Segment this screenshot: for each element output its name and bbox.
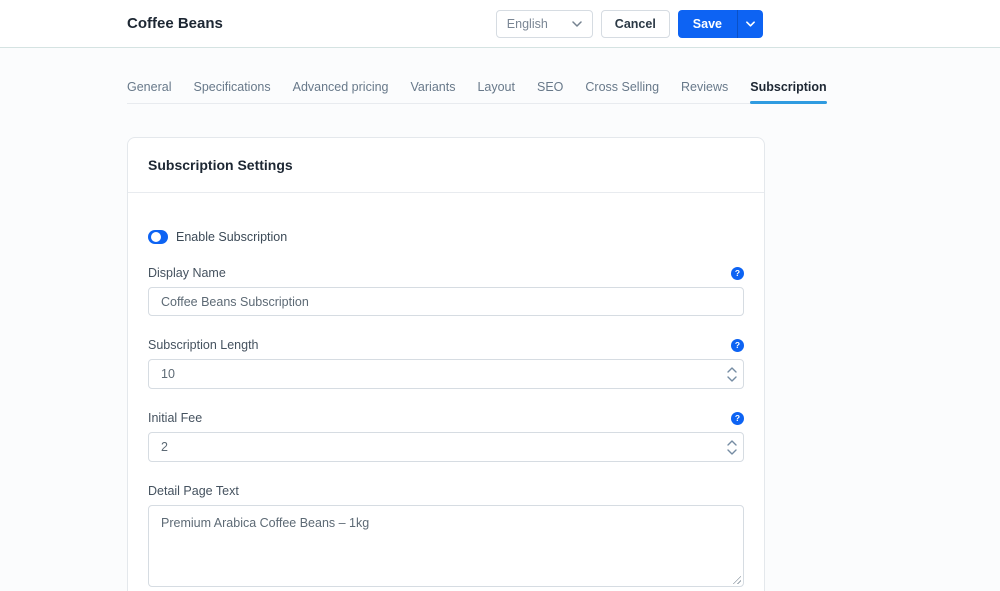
card-body: Enable Subscription Display Name ? Subsc… — [128, 193, 764, 591]
chevron-down-icon — [572, 21, 582, 27]
card-title: Subscription Settings — [148, 157, 744, 173]
number-stepper — [727, 359, 737, 389]
initial-fee-label: Initial Fee — [148, 411, 202, 425]
page-title: Coffee Beans — [127, 15, 223, 32]
cancel-button[interactable]: Cancel — [601, 10, 670, 38]
enable-subscription-row: Enable Subscription — [148, 230, 744, 244]
display-name-field-group: Display Name ? — [148, 266, 744, 316]
tab-specifications[interactable]: Specifications — [193, 80, 270, 103]
stepper-down-button[interactable] — [727, 376, 737, 382]
display-name-input[interactable] — [148, 287, 744, 316]
card-header: Subscription Settings — [128, 138, 764, 193]
chevron-down-icon — [746, 21, 755, 27]
enable-subscription-toggle[interactable] — [148, 230, 168, 244]
tab-seo[interactable]: SEO — [537, 80, 563, 103]
language-select-value: English — [507, 17, 548, 31]
save-dropdown-button[interactable] — [737, 10, 763, 38]
enable-subscription-label: Enable Subscription — [176, 230, 287, 244]
initial-fee-field-group: Initial Fee ? — [148, 411, 744, 462]
product-tabs: General Specifications Advanced pricing … — [127, 80, 765, 104]
number-stepper — [727, 432, 737, 462]
detail-page-text-textarea[interactable]: Premium Arabica Coffee Beans – 1kg — [148, 505, 744, 587]
tab-general[interactable]: General — [127, 80, 171, 103]
subscription-settings-card: Subscription Settings Enable Subscriptio… — [127, 137, 765, 591]
tab-layout[interactable]: Layout — [477, 80, 515, 103]
display-name-label: Display Name — [148, 266, 226, 280]
header-bar: Coffee Beans English Cancel Save — [0, 0, 1000, 48]
tab-cross-selling[interactable]: Cross Selling — [585, 80, 659, 103]
subscription-length-label: Subscription Length — [148, 338, 259, 352]
toggle-knob — [151, 232, 161, 242]
help-icon[interactable]: ? — [731, 267, 744, 280]
detail-page-text-field-group: Detail Page Text Premium Arabica Coffee … — [148, 484, 744, 587]
initial-fee-input[interactable] — [148, 432, 744, 462]
help-icon[interactable]: ? — [731, 412, 744, 425]
tab-reviews[interactable]: Reviews — [681, 80, 728, 103]
detail-page-text-label: Detail Page Text — [148, 484, 239, 498]
content-column: General Specifications Advanced pricing … — [127, 80, 765, 591]
stepper-down-button[interactable] — [727, 449, 737, 455]
language-select[interactable]: English — [496, 10, 593, 38]
subscription-length-input[interactable] — [148, 359, 744, 389]
tab-advanced-pricing[interactable]: Advanced pricing — [293, 80, 389, 103]
stepper-up-button[interactable] — [727, 367, 737, 373]
tab-variants[interactable]: Variants — [411, 80, 456, 103]
help-icon[interactable]: ? — [731, 339, 744, 352]
subscription-length-field-group: Subscription Length ? — [148, 338, 744, 389]
tab-subscription[interactable]: Subscription — [750, 80, 826, 103]
save-button-group: Save — [678, 10, 763, 38]
save-button[interactable]: Save — [678, 10, 737, 38]
stepper-up-button[interactable] — [727, 440, 737, 446]
header-actions: English Cancel Save — [496, 10, 763, 38]
